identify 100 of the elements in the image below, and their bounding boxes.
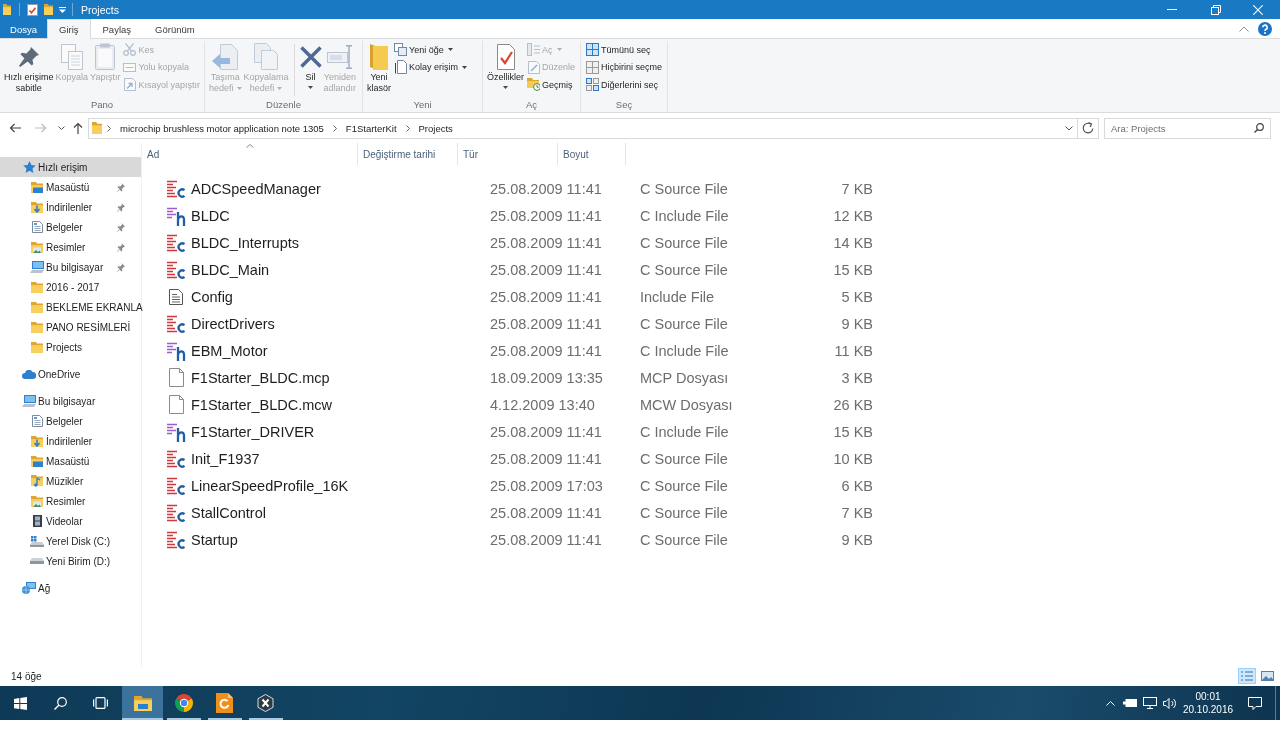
file-type: C Include File bbox=[640, 207, 730, 224]
folder-icon bbox=[31, 281, 43, 293]
picture-folder-icon bbox=[31, 495, 43, 507]
column-header[interactable]: Boyut bbox=[563, 148, 589, 160]
breadcrumb[interactable]: microchip brushless motor application note 1305 bbox=[111, 122, 333, 134]
nav-item[interactable]: Resimler bbox=[0, 237, 141, 257]
nav-item[interactable]: Hızlı erişim bbox=[0, 157, 141, 177]
modified-date: 4.12.2009 13:40 bbox=[490, 396, 596, 413]
desktop-folder-icon bbox=[31, 455, 43, 467]
modified-date: 25.08.2009 11:41 bbox=[490, 342, 603, 359]
nav-item[interactable]: Belgeler bbox=[0, 217, 141, 237]
scissors-icon bbox=[123, 43, 137, 57]
ribbon-command[interactable]: Geçmiş bbox=[527, 76, 578, 94]
column-header[interactable]: Ad bbox=[147, 148, 160, 160]
column-header[interactable]: Değiştirme tarihi bbox=[363, 148, 436, 160]
nav-item[interactable]: 2016 - 2017 bbox=[0, 277, 141, 297]
nav-item[interactable]: Bu bilgisayar bbox=[0, 391, 141, 411]
file-name[interactable]: StallControl bbox=[191, 504, 490, 521]
restore-icon bbox=[1211, 4, 1221, 15]
ribbon-tab[interactable]: Görünüm bbox=[143, 19, 207, 38]
nav-item[interactable]: Projects bbox=[0, 337, 141, 357]
file-name[interactable]: DirectDrivers bbox=[191, 315, 490, 332]
file-name[interactable]: Startup bbox=[191, 531, 490, 548]
nav-item[interactable]: İndirilenler bbox=[0, 431, 141, 451]
file-name[interactable]: F1Starter_DRIVER bbox=[191, 423, 490, 440]
file-size: 11 KB bbox=[833, 342, 873, 359]
folder-icon bbox=[370, 43, 388, 70]
file-name[interactable]: Init_F1937 bbox=[191, 450, 490, 467]
column-header[interactable]: Tür bbox=[463, 148, 478, 160]
help-button[interactable] bbox=[1258, 21, 1272, 36]
network-icon bbox=[22, 582, 36, 594]
back-button[interactable] bbox=[9, 123, 21, 133]
minimize-icon bbox=[1167, 9, 1177, 10]
ribbon-command[interactable]: Hiçbirini seçme bbox=[586, 58, 664, 76]
file-name[interactable]: F1Starter_BLDC.mcp bbox=[191, 369, 490, 386]
nav-item[interactable]: Ağ bbox=[0, 578, 141, 598]
group-label: Yeni bbox=[412, 98, 433, 112]
file-name[interactable]: BLDC bbox=[191, 207, 490, 224]
modified-date: 25.08.2009 11:41 bbox=[490, 180, 603, 197]
ribbon-tab[interactable]: Giriş bbox=[47, 19, 91, 39]
view-button[interactable] bbox=[1258, 668, 1276, 684]
file-name[interactable]: BLDC_Main bbox=[191, 261, 490, 278]
search-icon bbox=[53, 696, 67, 710]
address-field[interactable]: microchip brushless motor application note 1305 F1StarterKit Projects bbox=[88, 117, 1078, 139]
file-name[interactable]: LinearSpeedProfile_16K bbox=[191, 477, 490, 494]
nav-item[interactable]: Resimler bbox=[0, 491, 141, 511]
ribbon-command[interactable]: Kolay erişim bbox=[394, 58, 470, 76]
address-dropdown-button[interactable] bbox=[1065, 125, 1073, 131]
ribbon-button[interactable]: Sil bbox=[298, 41, 323, 89]
file-name[interactable]: F1Starter_BLDC.mcw bbox=[191, 396, 490, 413]
up-button[interactable] bbox=[73, 122, 83, 134]
breadcrumb[interactable]: F1StarterKit bbox=[336, 122, 406, 134]
breadcrumb[interactable]: Projects bbox=[409, 122, 462, 134]
file-type: C Include File bbox=[640, 423, 730, 440]
file-name[interactable]: Config bbox=[191, 288, 490, 305]
refresh-button[interactable] bbox=[1078, 117, 1099, 139]
nav-item[interactable]: PANO RESİMLERİ bbox=[0, 317, 141, 337]
modified-date: 25.08.2009 11:41 bbox=[490, 531, 603, 548]
chevron-up-icon bbox=[1239, 25, 1249, 32]
nav-item[interactable]: Masaüstü bbox=[0, 177, 141, 197]
file-name[interactable]: BLDC_Interrupts bbox=[191, 234, 490, 251]
search-field[interactable]: Ara: Projects bbox=[1104, 117, 1271, 139]
file-name[interactable]: EBM_Motor bbox=[191, 342, 490, 359]
nav-item[interactable]: İndirilenler bbox=[0, 197, 141, 217]
nav-item[interactable]: Müzikler bbox=[0, 471, 141, 491]
chevron-down-icon bbox=[58, 126, 65, 130]
battery-icon bbox=[1123, 699, 1137, 707]
music-folder-icon bbox=[31, 475, 43, 487]
blank-file-icon bbox=[168, 395, 184, 414]
ribbon-button[interactable]: Yeni klasör bbox=[366, 41, 392, 94]
file-name[interactable]: ADCSpeedManager bbox=[191, 180, 490, 197]
nav-item[interactable]: BEKLEME EKRANLA bbox=[0, 297, 141, 317]
recent-locations-button[interactable] bbox=[58, 126, 65, 130]
ribbon-button[interactable]: Hızlı erişime sabitle bbox=[3, 41, 55, 94]
nav-item[interactable]: Bu bilgisayar bbox=[0, 257, 141, 277]
collapse-ribbon-button[interactable] bbox=[1239, 25, 1249, 32]
nav-item[interactable]: Belgeler bbox=[0, 411, 141, 431]
ribbon-command[interactable]: Diğerlerini seç bbox=[586, 76, 664, 94]
nav-item[interactable]: OneDrive bbox=[0, 364, 141, 384]
desktop-folder-icon bbox=[31, 181, 43, 193]
modified-date: 25.08.2009 11:41 bbox=[490, 315, 603, 332]
ribbon-command[interactable]: Yeni öğe bbox=[394, 41, 470, 59]
header-file-icon bbox=[166, 205, 186, 226]
modified-date: 25.08.2009 11:41 bbox=[490, 504, 603, 521]
nav-item[interactable]: Videolar bbox=[0, 511, 141, 531]
c-source-file-icon bbox=[166, 313, 186, 334]
copy-icon bbox=[60, 43, 83, 70]
ribbon-command[interactable]: Tümünü seç bbox=[586, 41, 664, 59]
ribbon-tab[interactable]: Paylaş bbox=[90, 19, 144, 38]
c-source-file-icon bbox=[166, 259, 186, 280]
ribbon-button[interactable]: Özellikler bbox=[486, 41, 525, 89]
nav-item[interactable]: Yerel Disk (C:) bbox=[0, 531, 141, 551]
clock-button[interactable]: 00:01 20.10.2016 bbox=[1183, 686, 1233, 720]
forward-arrow-icon bbox=[35, 123, 47, 133]
nav-item[interactable]: Yeni Birim (D:) bbox=[0, 551, 141, 571]
up-arrow-icon bbox=[73, 122, 83, 134]
c-source-file-icon bbox=[166, 232, 186, 253]
file-menu-tab[interactable]: Dosya bbox=[0, 19, 47, 38]
file-size: 9 KB bbox=[840, 531, 873, 548]
nav-item[interactable]: Masaüstü bbox=[0, 451, 141, 471]
